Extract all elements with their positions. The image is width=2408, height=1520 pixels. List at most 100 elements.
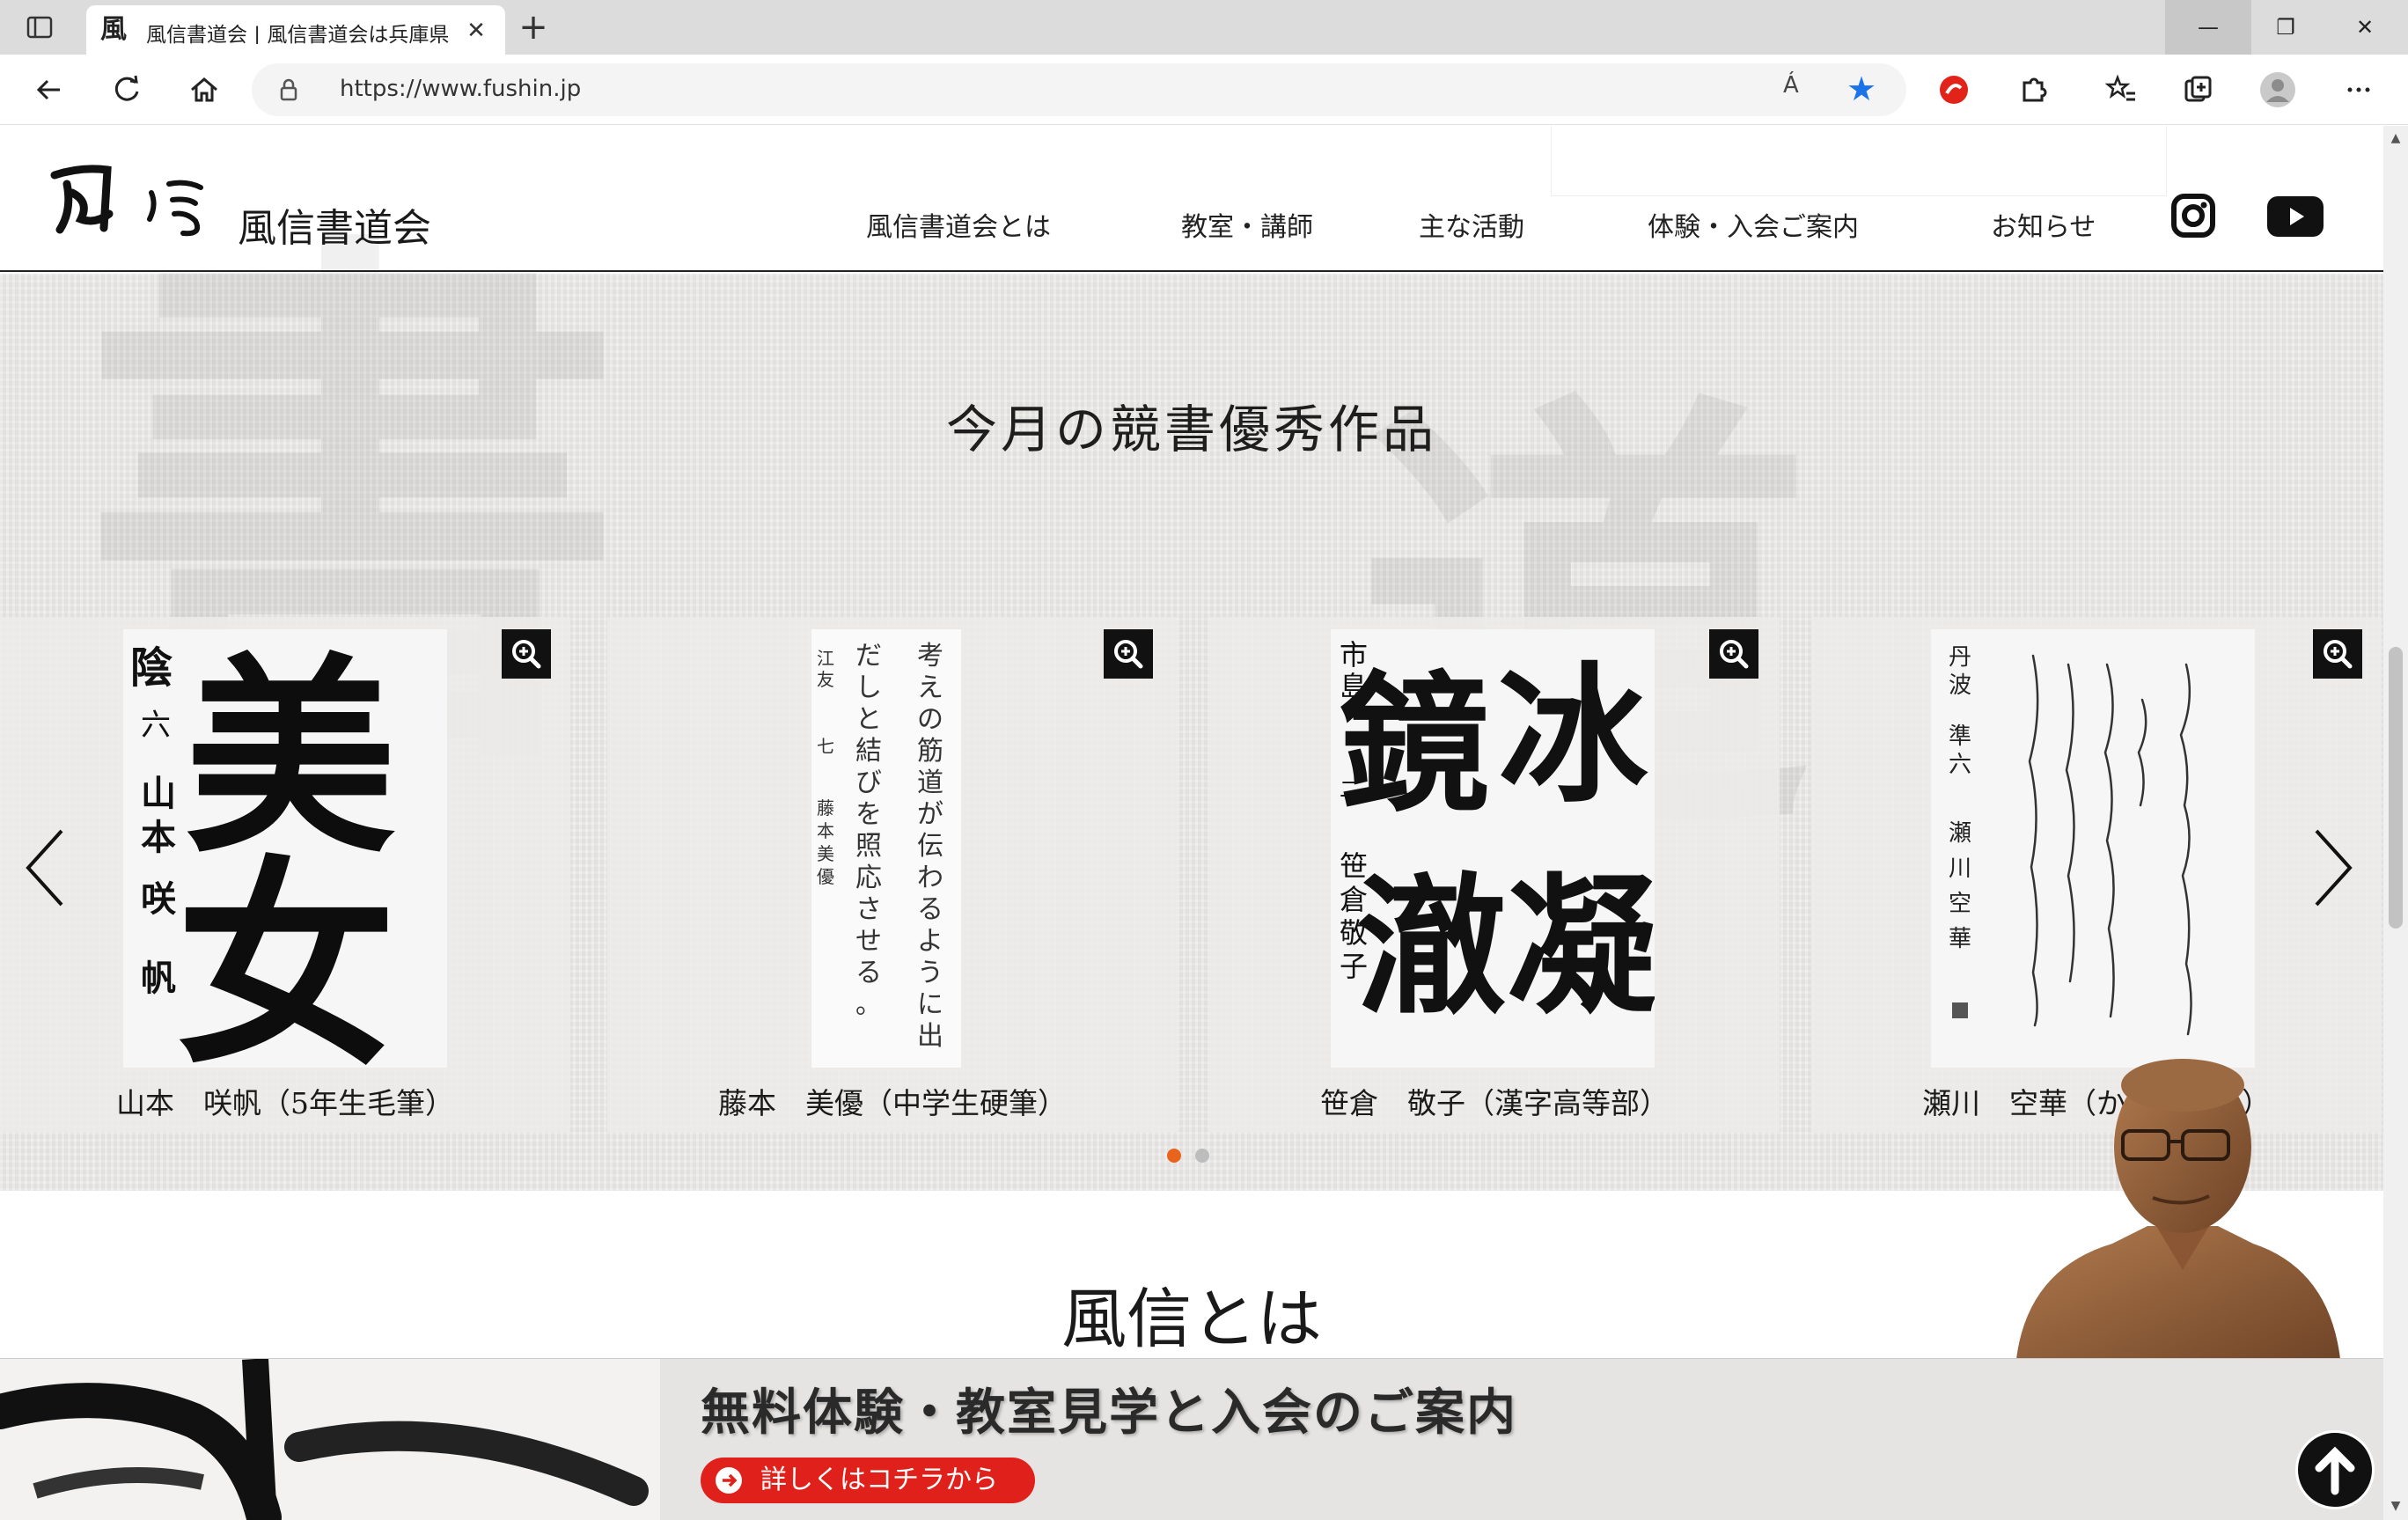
svg-text:道: 道: [917, 767, 943, 798]
tab-actions-icon[interactable]: [25, 12, 55, 42]
calligraphy-image[interactable]: 市島 二 笹倉敬子 鏡 冰 澈 凝: [1331, 629, 1655, 1068]
scroll-up-icon[interactable]: ▲: [2387, 131, 2404, 149]
svg-text:波: 波: [1949, 672, 1971, 699]
svg-text:澈: 澈: [1357, 859, 1507, 1035]
founder-statue-image: [1998, 1050, 2350, 1367]
more-options-icon[interactable]: [2339, 70, 2378, 109]
section-title: 今月の競書優秀作品: [945, 400, 1437, 459]
tab-title: 風信書道会 | 風信書道会は兵庫県: [146, 24, 450, 44]
svg-text:し: し: [855, 672, 882, 703]
svg-text:え: え: [917, 672, 943, 703]
back-to-top-icon[interactable]: [2295, 1430, 2375, 1509]
svg-text:陰: 陰: [130, 643, 173, 693]
nav-trial-join[interactable]: 体験・入会ご案内: [1648, 205, 1859, 249]
new-tab-icon[interactable]: +: [516, 10, 551, 46]
work-caption: 山本 咲帆（5年生毛筆）: [116, 1086, 454, 1120]
calligraphy-image[interactable]: 陰 六 山 本 咲 帆 美 女: [123, 629, 447, 1068]
zoom-icon[interactable]: [502, 629, 551, 679]
svg-text:よ: よ: [917, 926, 943, 957]
home-icon[interactable]: [185, 70, 224, 109]
close-tab-icon[interactable]: ✕: [461, 16, 491, 46]
details-button-label: 詳しくはコチラから: [760, 1465, 998, 1495]
arrow-right-circle-icon: [715, 1466, 743, 1494]
address-bar[interactable]: https://www.fushin.jp Á ★: [252, 63, 1906, 116]
trial-banner[interactable]: 無料体験・教室見学と入会のご案内 詳しくはコチラから: [0, 1358, 2383, 1520]
svg-text:伝: 伝: [917, 831, 943, 862]
extension-red-icon[interactable]: [1934, 70, 1973, 109]
scroll-down-icon[interactable]: ▼: [2387, 1499, 2404, 1516]
page-scrollbar[interactable]: ▲ ▼: [2383, 126, 2408, 1520]
extensions-puzzle-icon[interactable]: [2014, 70, 2052, 109]
minimize-window-icon[interactable]: —: [2165, 0, 2251, 55]
svg-text:を: を: [855, 799, 882, 830]
back-icon[interactable]: [30, 70, 69, 109]
url-text[interactable]: https://www.fushin.jp: [340, 76, 1660, 106]
svg-text:鏡: 鏡: [1340, 657, 1489, 833]
svg-text:友: 友: [817, 669, 834, 690]
close-window-icon[interactable]: ✕: [2322, 0, 2408, 55]
work-caption: 笹倉 敬子（漢字高等部）: [1320, 1086, 1669, 1120]
nav-about[interactable]: 風信書道会とは: [866, 205, 1051, 249]
svg-text:せ: せ: [855, 926, 882, 957]
svg-text:六: 六: [1949, 752, 1971, 778]
zoom-icon[interactable]: [2313, 629, 2362, 679]
web-page: 風信書道会 風信書道会とは 教室・講師 主な活動 体験・入会ご案内 お知らせ 書…: [0, 126, 2383, 1520]
work-card[interactable]: 陰 六 山 本 咲 帆 美 女 山本 咲帆（5年生毛筆）: [0, 617, 570, 1133]
svg-text:優: 優: [817, 866, 834, 887]
svg-text:び: び: [855, 767, 882, 798]
svg-text:考: 考: [917, 641, 943, 672]
svg-text:照: 照: [855, 831, 882, 862]
scrollbar-thumb[interactable]: [2389, 647, 2403, 929]
svg-text:の: の: [917, 704, 943, 735]
nav-news[interactable]: お知らせ: [1991, 205, 2096, 249]
banner-calligraphy-image: [0, 1359, 660, 1520]
read-aloud-icon[interactable]: Á: [1783, 72, 1818, 107]
svg-text:藤: 藤: [817, 797, 834, 819]
nav-activities[interactable]: 主な活動: [1419, 205, 1524, 249]
svg-text:筋: 筋: [917, 736, 943, 767]
carousel-dot[interactable]: [1195, 1149, 1209, 1163]
svg-text:凝: 凝: [1507, 859, 1655, 1035]
svg-text:う: う: [917, 958, 943, 988]
svg-text:瀬: 瀬: [1949, 820, 1971, 847]
calligraphy-image[interactable]: 丹波 準六 瀬川空華: [1931, 629, 2255, 1068]
active-tab[interactable]: 風 風信書道会 | 風信書道会は兵庫県 ✕: [86, 5, 505, 55]
carousel-prev-icon[interactable]: [21, 824, 69, 912]
carousel-next-icon[interactable]: [2309, 824, 2357, 912]
profile-avatar-icon[interactable]: [2258, 70, 2297, 109]
browser-toolbar: https://www.fushin.jp Á ★: [0, 55, 2408, 125]
favorite-star-icon[interactable]: ★: [1846, 70, 1883, 107]
restore-window-icon[interactable]: ❐: [2243, 0, 2329, 55]
favorites-list-icon[interactable]: [2102, 70, 2140, 109]
carousel-dot-active[interactable]: [1167, 1149, 1181, 1163]
svg-text:丹: 丹: [1949, 644, 1971, 671]
svg-text:。: 。: [855, 989, 882, 1020]
instagram-icon[interactable]: [2170, 193, 2216, 239]
work-card[interactable]: 市島 二 笹倉敬子 鏡 冰 澈 凝 笹倉 敬子（漢字高等部）: [1209, 617, 1780, 1133]
svg-text:本: 本: [817, 820, 834, 841]
nav-classes[interactable]: 教室・講師: [1181, 205, 1313, 249]
calligraphy-image[interactable]: 考えの筋道が伝わるように出 だしと結びを照応させる。 江友七藤本美優: [811, 629, 961, 1068]
work-card[interactable]: 考えの筋道が伝わるように出 だしと結びを照応させる。 江友七藤本美優 藤本 美優…: [607, 617, 1178, 1133]
zoom-icon[interactable]: [1709, 629, 1758, 679]
svg-text:応: 応: [855, 863, 882, 893]
svg-text:に: に: [917, 989, 943, 1020]
collections-icon[interactable]: [2179, 70, 2218, 109]
svg-text:準: 準: [1949, 723, 1971, 750]
svg-text:と: と: [855, 704, 882, 735]
svg-text:女: 女: [176, 836, 396, 1068]
svg-text:江: 江: [817, 648, 834, 669]
tab-bar: 風 風信書道会 | 風信書道会は兵庫県 ✕ + — ❐ ✕: [0, 0, 2408, 55]
svg-text:帆: 帆: [141, 958, 176, 999]
svg-text:七: 七: [817, 736, 834, 757]
svg-text:華: 華: [1949, 926, 1971, 952]
youtube-icon[interactable]: [2267, 196, 2324, 237]
svg-text:さ: さ: [855, 894, 882, 925]
header-blank-box: [1551, 126, 2167, 196]
svg-text:だ: だ: [855, 641, 882, 672]
details-button[interactable]: 詳しくはコチラから: [701, 1458, 1035, 1503]
zoom-icon[interactable]: [1104, 629, 1153, 679]
svg-text:る: る: [917, 894, 943, 925]
lock-icon[interactable]: [276, 77, 301, 102]
refresh-icon[interactable]: [107, 70, 146, 109]
